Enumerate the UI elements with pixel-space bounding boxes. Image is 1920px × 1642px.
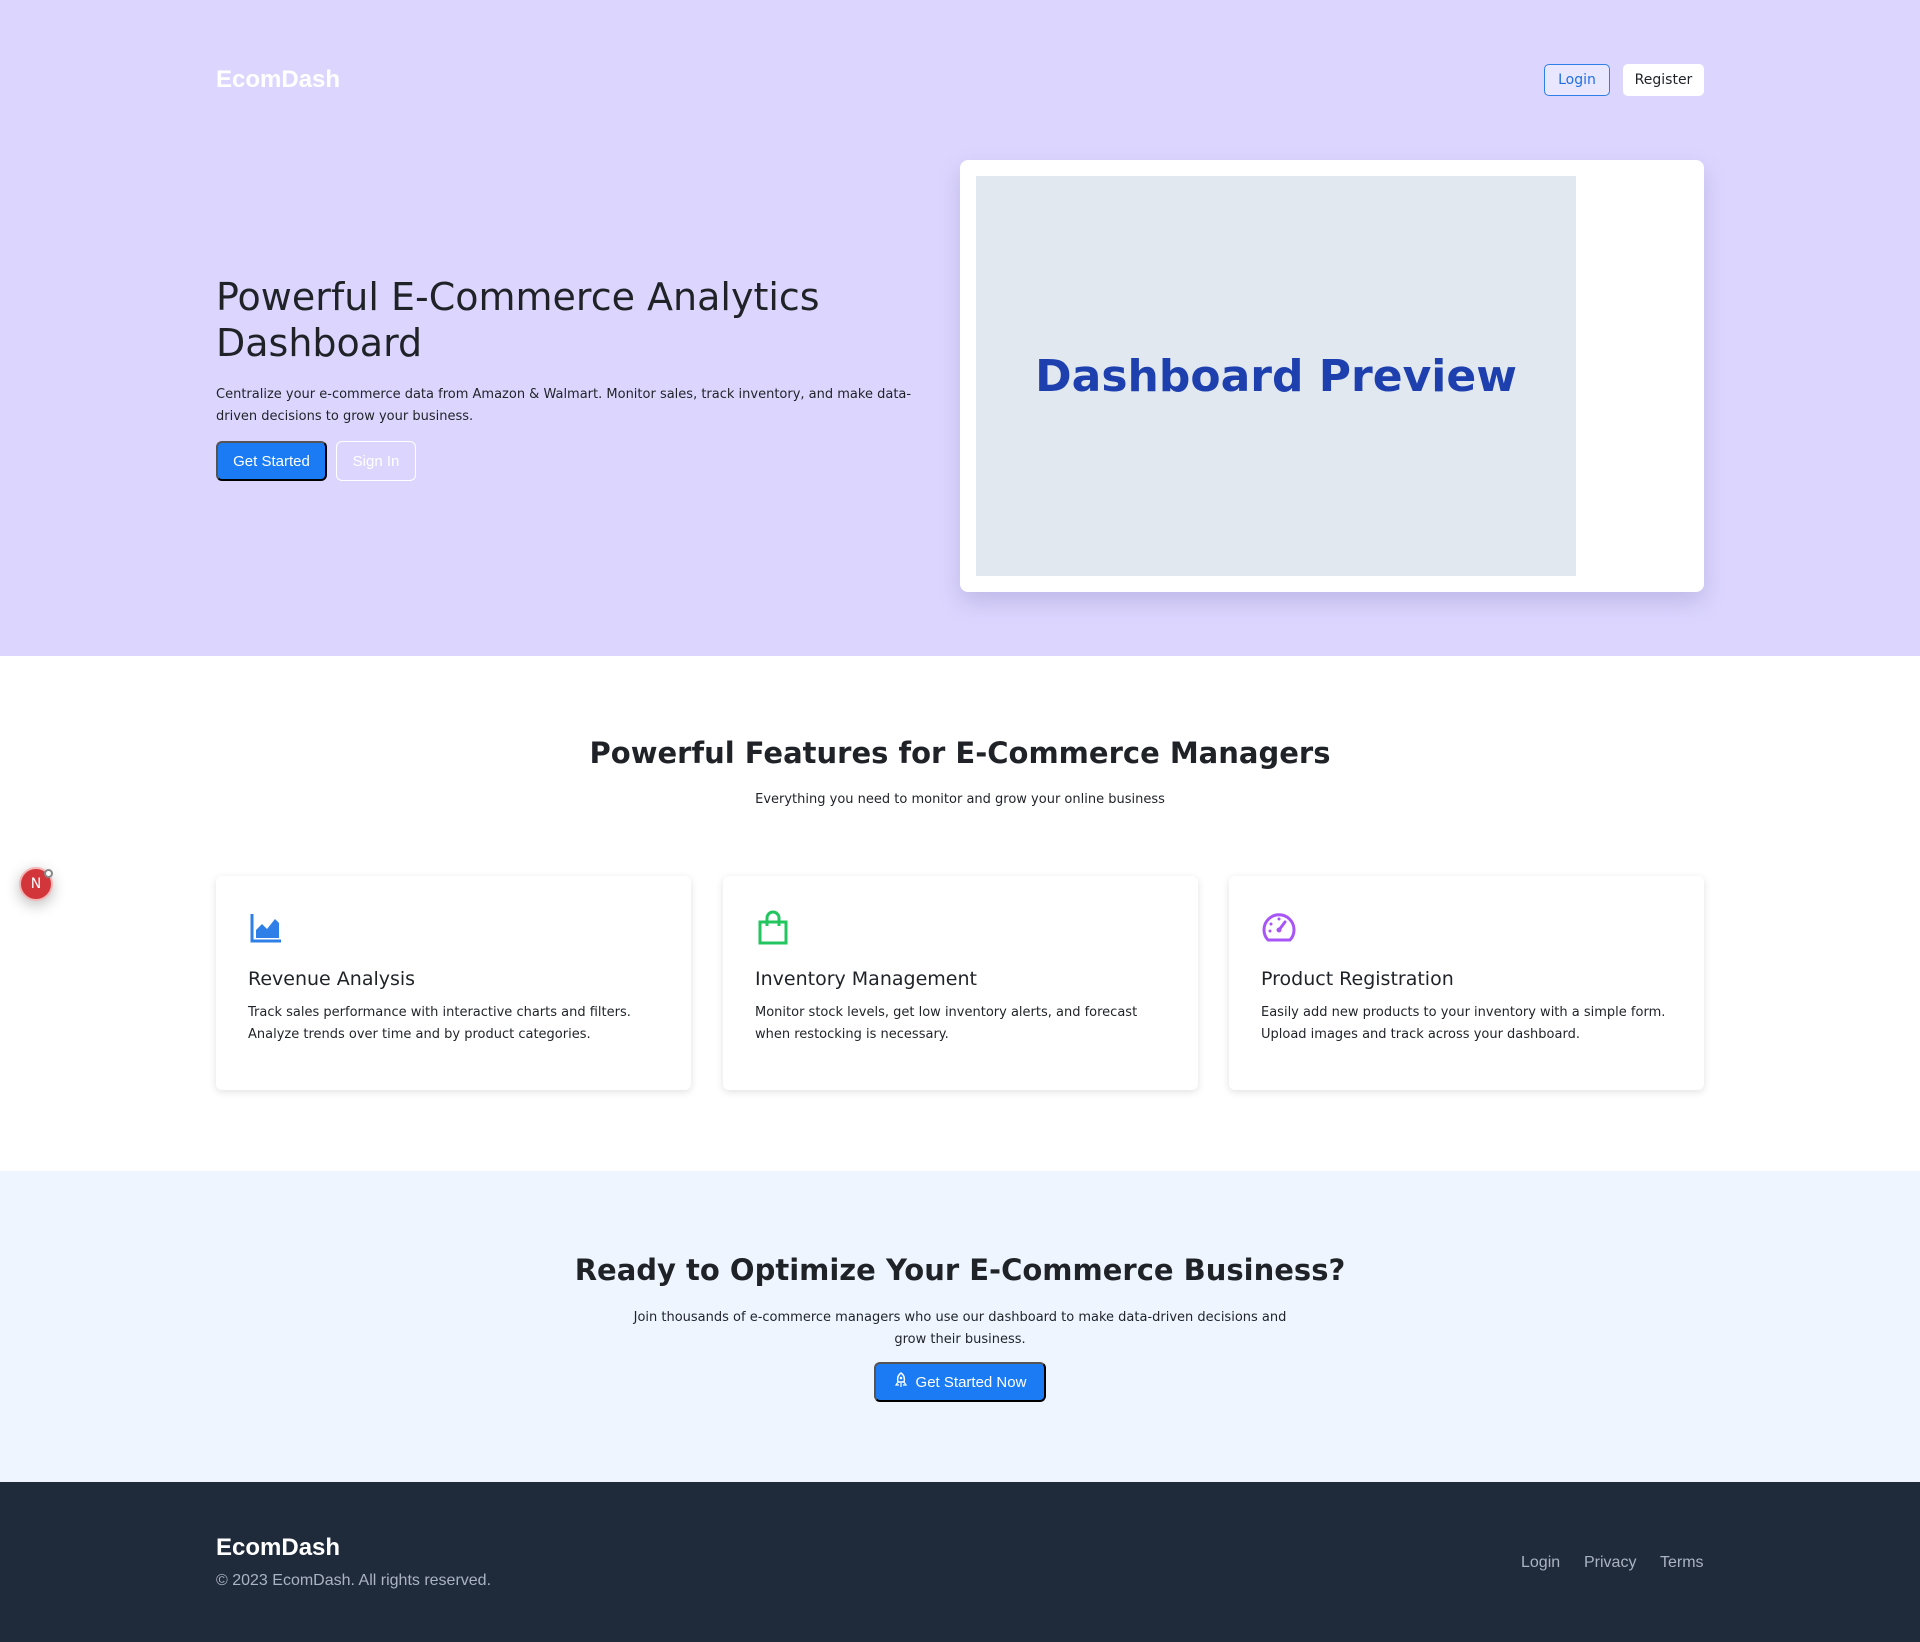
get-started-button[interactable]: Get Started	[216, 441, 327, 481]
cta-title: Ready to Optimize Your E-Commerce Busine…	[574, 1253, 1346, 1287]
get-started-now-label: Get Started Now	[915, 1373, 1027, 1391]
footer-link-login[interactable]: Login	[1521, 1554, 1560, 1572]
chart-area-icon	[248, 910, 284, 946]
cta-description: Join thousands of e-commerce managers wh…	[633, 1310, 1287, 1347]
hero-title: Powerful E-Commerce Analytics Dashboard	[216, 275, 820, 365]
sign-in-button[interactable]: Sign In	[336, 441, 416, 481]
dashboard-preview-image: Dashboard Preview	[976, 176, 1576, 576]
speedometer-icon	[1261, 910, 1297, 946]
register-button[interactable]: Register	[1623, 64, 1704, 96]
feature-card-product: Product Registration Easily add new prod…	[1229, 876, 1704, 1090]
feature-card-title: Product Registration	[1261, 968, 1454, 990]
hero-description: Centralize your e-commerce data from Ama…	[216, 387, 912, 424]
footer-link-terms[interactable]: Terms	[1660, 1554, 1704, 1572]
feature-card-title: Inventory Management	[755, 968, 977, 990]
feature-card-description: Monitor stock levels, get low inventory …	[755, 1005, 1138, 1042]
floating-badge-letter: N	[30, 876, 42, 892]
dashboard-preview-text: Dashboard Preview	[1035, 350, 1517, 402]
footer-copyright: © 2023 EcomDash. All rights reserved.	[216, 1572, 492, 1589]
hero-section: EcomDash Login Register Powerful E-Comme…	[0, 0, 1920, 656]
get-started-now-button[interactable]: Get Started Now	[874, 1362, 1046, 1402]
footer-brand: EcomDash	[216, 1534, 341, 1561]
feature-card-inventory: Inventory Management Monitor stock level…	[723, 876, 1198, 1090]
login-button[interactable]: Login	[1544, 64, 1610, 96]
footer: EcomDash © 2023 EcomDash. All rights res…	[0, 1482, 1920, 1642]
features-title: Powerful Features for E-Commerce Manager…	[589, 736, 1331, 770]
dashboard-preview-card: Dashboard Preview	[960, 160, 1704, 592]
footer-link-privacy[interactable]: Privacy	[1584, 1554, 1636, 1572]
cta-section: Ready to Optimize Your E-Commerce Busine…	[0, 1171, 1920, 1482]
rocket-icon	[894, 1372, 908, 1392]
feature-card-revenue: Revenue Analysis Track sales performance…	[216, 876, 691, 1090]
shopping-bag-icon	[755, 910, 791, 946]
features-subtitle: Everything you need to monitor and grow …	[755, 792, 1165, 807]
brand-logo[interactable]: EcomDash	[216, 66, 340, 94]
feature-card-description: Easily add new products to your inventor…	[1261, 1005, 1666, 1042]
feature-card-title: Revenue Analysis	[248, 968, 416, 990]
feature-card-description: Track sales performance with interactive…	[248, 1005, 631, 1042]
badge-status-dot	[44, 869, 53, 878]
